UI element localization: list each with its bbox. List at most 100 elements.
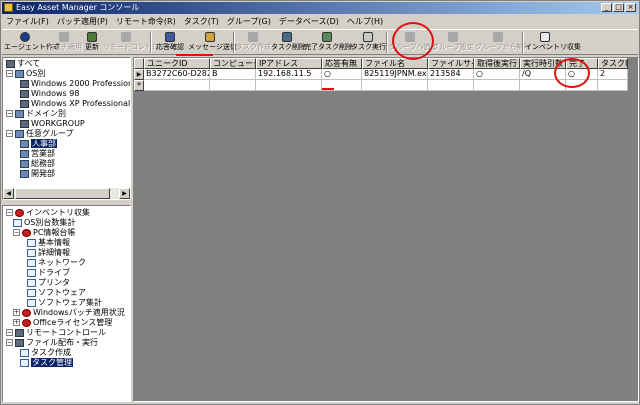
column-header[interactable]: 実行時引数 (520, 58, 566, 69)
grid-cell[interactable]: ○ (474, 69, 520, 80)
expand-toggle-icon[interactable]: − (6, 130, 13, 137)
nav-tree-item[interactable]: タスク作成 (20, 348, 71, 358)
new-row-cell[interactable] (598, 80, 628, 91)
nav-tree-item[interactable]: ソフトウェア (27, 288, 86, 298)
expand-toggle-icon[interactable]: − (6, 339, 13, 346)
nav-tree-item[interactable]: ソフトウェア集計 (27, 298, 102, 308)
nav-tree-item[interactable]: 詳細情報 (27, 248, 70, 258)
grid-cell[interactable]: 192.168.11.5 (256, 69, 322, 80)
menu-group[interactable]: グループ(G) (223, 15, 275, 28)
group-tree-item[interactable]: すべて (6, 59, 40, 69)
scroll-thumb[interactable] (15, 188, 110, 199)
expand-toggle-icon[interactable]: + (13, 319, 20, 326)
nav-tree-item[interactable]: タスク管理 (20, 358, 73, 368)
menu-task[interactable]: タスク(T) (180, 15, 223, 28)
toolbar-button-13[interactable]: インベントリ収集 (525, 31, 581, 54)
expand-toggle-icon[interactable]: − (6, 209, 13, 216)
grid-cell[interactable]: B (210, 69, 256, 80)
toolbar-button-7[interactable]: タスク削除 (271, 31, 306, 54)
column-header[interactable]: コンピュータ名 (210, 58, 256, 69)
toolbar-button-2[interactable]: 更新 (82, 31, 102, 54)
expand-toggle-icon[interactable]: + (13, 309, 20, 316)
nav-tree-label: タスク作成 (31, 348, 71, 357)
nav-tree-label: ソフトウェア (38, 288, 86, 297)
toolbar-button-3[interactable]: リモートコントロール (103, 31, 173, 54)
toolbar-button-8[interactable]: 完了タスク削除 (304, 31, 353, 54)
scroll-right-button[interactable]: ▶ (119, 188, 130, 199)
nav-tree-item[interactable]: OS別台数集計 (13, 218, 75, 228)
nav-tree-item[interactable]: ドライブ (27, 268, 70, 278)
toolbar-button-0[interactable]: エージェント作成 (4, 31, 60, 54)
maximize-button[interactable]: □ (613, 3, 624, 12)
new-row-cell[interactable] (144, 80, 210, 91)
column-header[interactable]: タスクID (598, 58, 628, 69)
minimize-button[interactable]: _ (601, 3, 612, 12)
column-header[interactable]: ファイルサイズ (428, 58, 474, 69)
menu-remote[interactable]: リモート命令(R) (112, 15, 180, 28)
nav-tree-item[interactable]: + Windowsパッチ適用状況 (13, 308, 125, 318)
column-header[interactable]: 取得後実行 (474, 58, 520, 69)
column-header[interactable]: 完了 (566, 58, 598, 69)
expand-toggle-icon[interactable]: − (13, 229, 20, 236)
nav-tree-item[interactable]: + Officeライセンス管理 (13, 318, 112, 328)
new-row-icon[interactable]: * (134, 80, 144, 91)
toolbar-button-12[interactable]: グループから削除 (475, 31, 531, 54)
grid-cell[interactable]: /Q (520, 69, 566, 80)
new-row-cell[interactable] (474, 80, 520, 91)
expand-toggle-icon[interactable]: − (6, 329, 13, 336)
toolbar: エージェント作成 パッチ適用 更新 リモートコントロール 応答確認 メッセージ送信 タスク作… (2, 29, 638, 55)
scroll-left-button[interactable]: ◀ (3, 188, 14, 199)
group-tree-item[interactable]: Windows 98 (20, 89, 79, 99)
group-tree-item[interactable]: WORKGROUP (20, 119, 85, 129)
new-row-cell[interactable] (520, 80, 566, 91)
nav-tree-item[interactable]: − リモートコントロール (6, 328, 106, 338)
group-tree-item[interactable]: − 任意グループ (6, 129, 74, 139)
toolbar-button-9[interactable]: タスク実行 (351, 31, 386, 54)
row-selector-icon[interactable]: ▶ (134, 69, 144, 80)
toolbar-button-11[interactable]: グループ設定 (432, 31, 474, 54)
group-tree-item[interactable]: − OS別 (6, 69, 45, 79)
grid-cell[interactable]: 825119JPNM.exe (362, 69, 428, 80)
expand-toggle-icon[interactable]: − (6, 110, 13, 117)
new-row-cell[interactable] (428, 80, 474, 91)
nav-tree-item[interactable]: − ファイル配布・実行 (6, 338, 98, 348)
expand-toggle-icon[interactable]: − (6, 70, 13, 77)
group-tree-item[interactable]: 総務部 (20, 159, 55, 169)
column-header[interactable]: ユニークID (144, 58, 210, 69)
toolbar-button-10[interactable]: グループへ追加 (389, 31, 438, 54)
menu-patch[interactable]: パッチ適用(P) (53, 15, 112, 28)
nav-tree-item[interactable]: プリンタ (27, 278, 70, 288)
toolbar-button-4[interactable]: 応答確認 (153, 31, 187, 54)
computer-icon (20, 79, 29, 88)
grid-cell[interactable]: ○ (566, 69, 598, 80)
grid-cell[interactable]: ○ (322, 69, 362, 80)
nav-tree-item[interactable]: 基本情報 (27, 238, 70, 248)
new-row-cell[interactable] (566, 80, 598, 91)
new-row-cell[interactable] (210, 80, 256, 91)
new-row-cell[interactable] (256, 80, 322, 91)
new-row-cell[interactable] (362, 80, 428, 91)
group-tree-hscroll[interactable]: ◀ ▶ (3, 188, 130, 199)
grid-cell[interactable]: 213584 (428, 69, 474, 80)
group-tree-item[interactable]: 人事部 (20, 139, 57, 149)
nav-tree-item[interactable]: − インベントリ収集 (6, 208, 90, 218)
group-tree-item[interactable]: 開発部 (20, 169, 55, 179)
grid-cell[interactable]: B3272C60-D282- (144, 69, 210, 80)
menu-file[interactable]: ファイル(F) (2, 15, 53, 28)
close-button[interactable]: × (625, 3, 636, 12)
toolbar-button-5[interactable]: メッセージ送信 (188, 31, 237, 54)
menu-database[interactable]: データベース(D) (275, 15, 343, 28)
column-header[interactable]: 応答有無 (322, 58, 362, 69)
group-tree-item[interactable]: − ドメイン別 (6, 109, 66, 119)
nav-tree-item[interactable]: ネットワーク (27, 258, 86, 268)
nav-tree-item[interactable]: − PC情報台帳 (13, 228, 75, 238)
group-tree-item[interactable]: Windows XP Professional (20, 99, 130, 109)
menu-help[interactable]: ヘルプ(H) (343, 15, 387, 28)
toolbar-button-1[interactable]: パッチ適用 (47, 31, 82, 54)
toolbar-button-6[interactable]: タスク作成 (236, 31, 271, 54)
column-header[interactable]: ファイル名 (362, 58, 428, 69)
column-header[interactable]: IPアドレス (256, 58, 322, 69)
group-tree-item[interactable]: Windows 2000 Professional (20, 79, 130, 89)
grid-cell[interactable]: 2 (598, 69, 628, 80)
group-tree-item[interactable]: 営業部 (20, 149, 55, 159)
